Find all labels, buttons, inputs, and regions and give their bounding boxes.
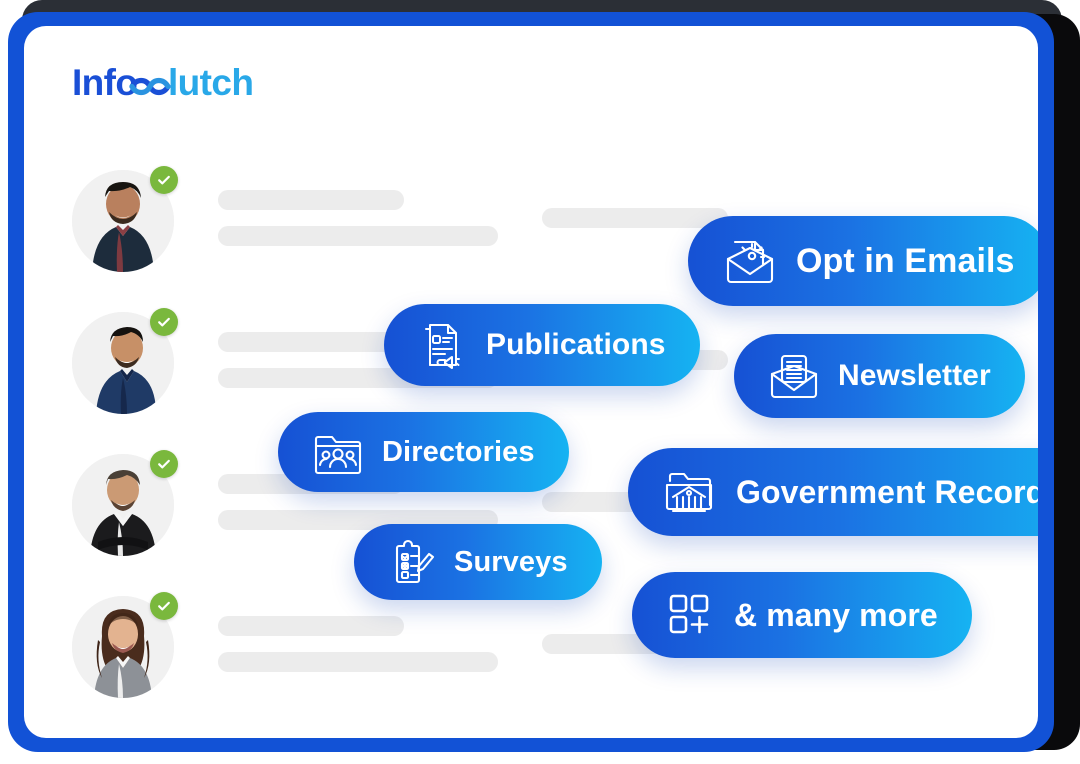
pill-directories[interactable]: Directories [278, 412, 569, 492]
check-icon [158, 317, 170, 327]
avatar [72, 308, 178, 414]
svg-text:Info: Info [72, 64, 137, 103]
pill-label: & many more [734, 597, 938, 633]
avatar [72, 592, 178, 698]
folder-bank-icon [665, 472, 713, 513]
email-click-icon [722, 236, 778, 286]
content-card: Info lutch InfoClutch [24, 26, 1038, 738]
pill-label: Opt in Emails [796, 242, 1015, 280]
check-icon [158, 175, 170, 185]
skeleton-bar [218, 652, 498, 672]
skeleton-bar [542, 208, 728, 228]
folder-people-icon [314, 435, 362, 475]
verified-badge [150, 592, 178, 620]
screenshot-stage: Info lutch InfoClutch [0, 0, 1080, 764]
skeleton-bar [218, 226, 498, 246]
check-icon [158, 601, 170, 611]
svg-text:lutch: lutch [168, 64, 253, 103]
pill-newsletter[interactable]: Newsletter [734, 334, 1025, 418]
document-megaphone-icon [418, 321, 468, 369]
grid-plus-icon [669, 594, 709, 634]
newsletter-envelope-icon [770, 354, 818, 399]
skeleton-bar [218, 190, 404, 210]
avatar [72, 450, 178, 556]
pill-label: Publications [486, 328, 666, 361]
skeleton-bar [218, 616, 404, 636]
pill-label: Directories [382, 435, 535, 468]
pill-surveys[interactable]: Surveys [354, 524, 602, 600]
avatar [72, 166, 178, 272]
pill-many-more[interactable]: & many more [632, 572, 972, 658]
verified-badge [150, 166, 178, 194]
verified-badge [150, 450, 178, 478]
pill-opt-in-emails[interactable]: Opt in Emails [688, 216, 1038, 306]
verified-badge [150, 308, 178, 336]
pill-publications[interactable]: Publications [384, 304, 700, 386]
pill-label: Newsletter [838, 359, 991, 392]
clipboard-pencil-icon [395, 539, 435, 584]
brand-logo[interactable]: Info lutch InfoClutch [72, 64, 274, 104]
skeleton-bar [218, 332, 404, 352]
pill-label: Surveys [454, 545, 568, 578]
check-icon [158, 459, 170, 469]
pill-government-records[interactable]: Government Records [628, 448, 1038, 536]
pill-label: Government Records [736, 474, 1038, 510]
